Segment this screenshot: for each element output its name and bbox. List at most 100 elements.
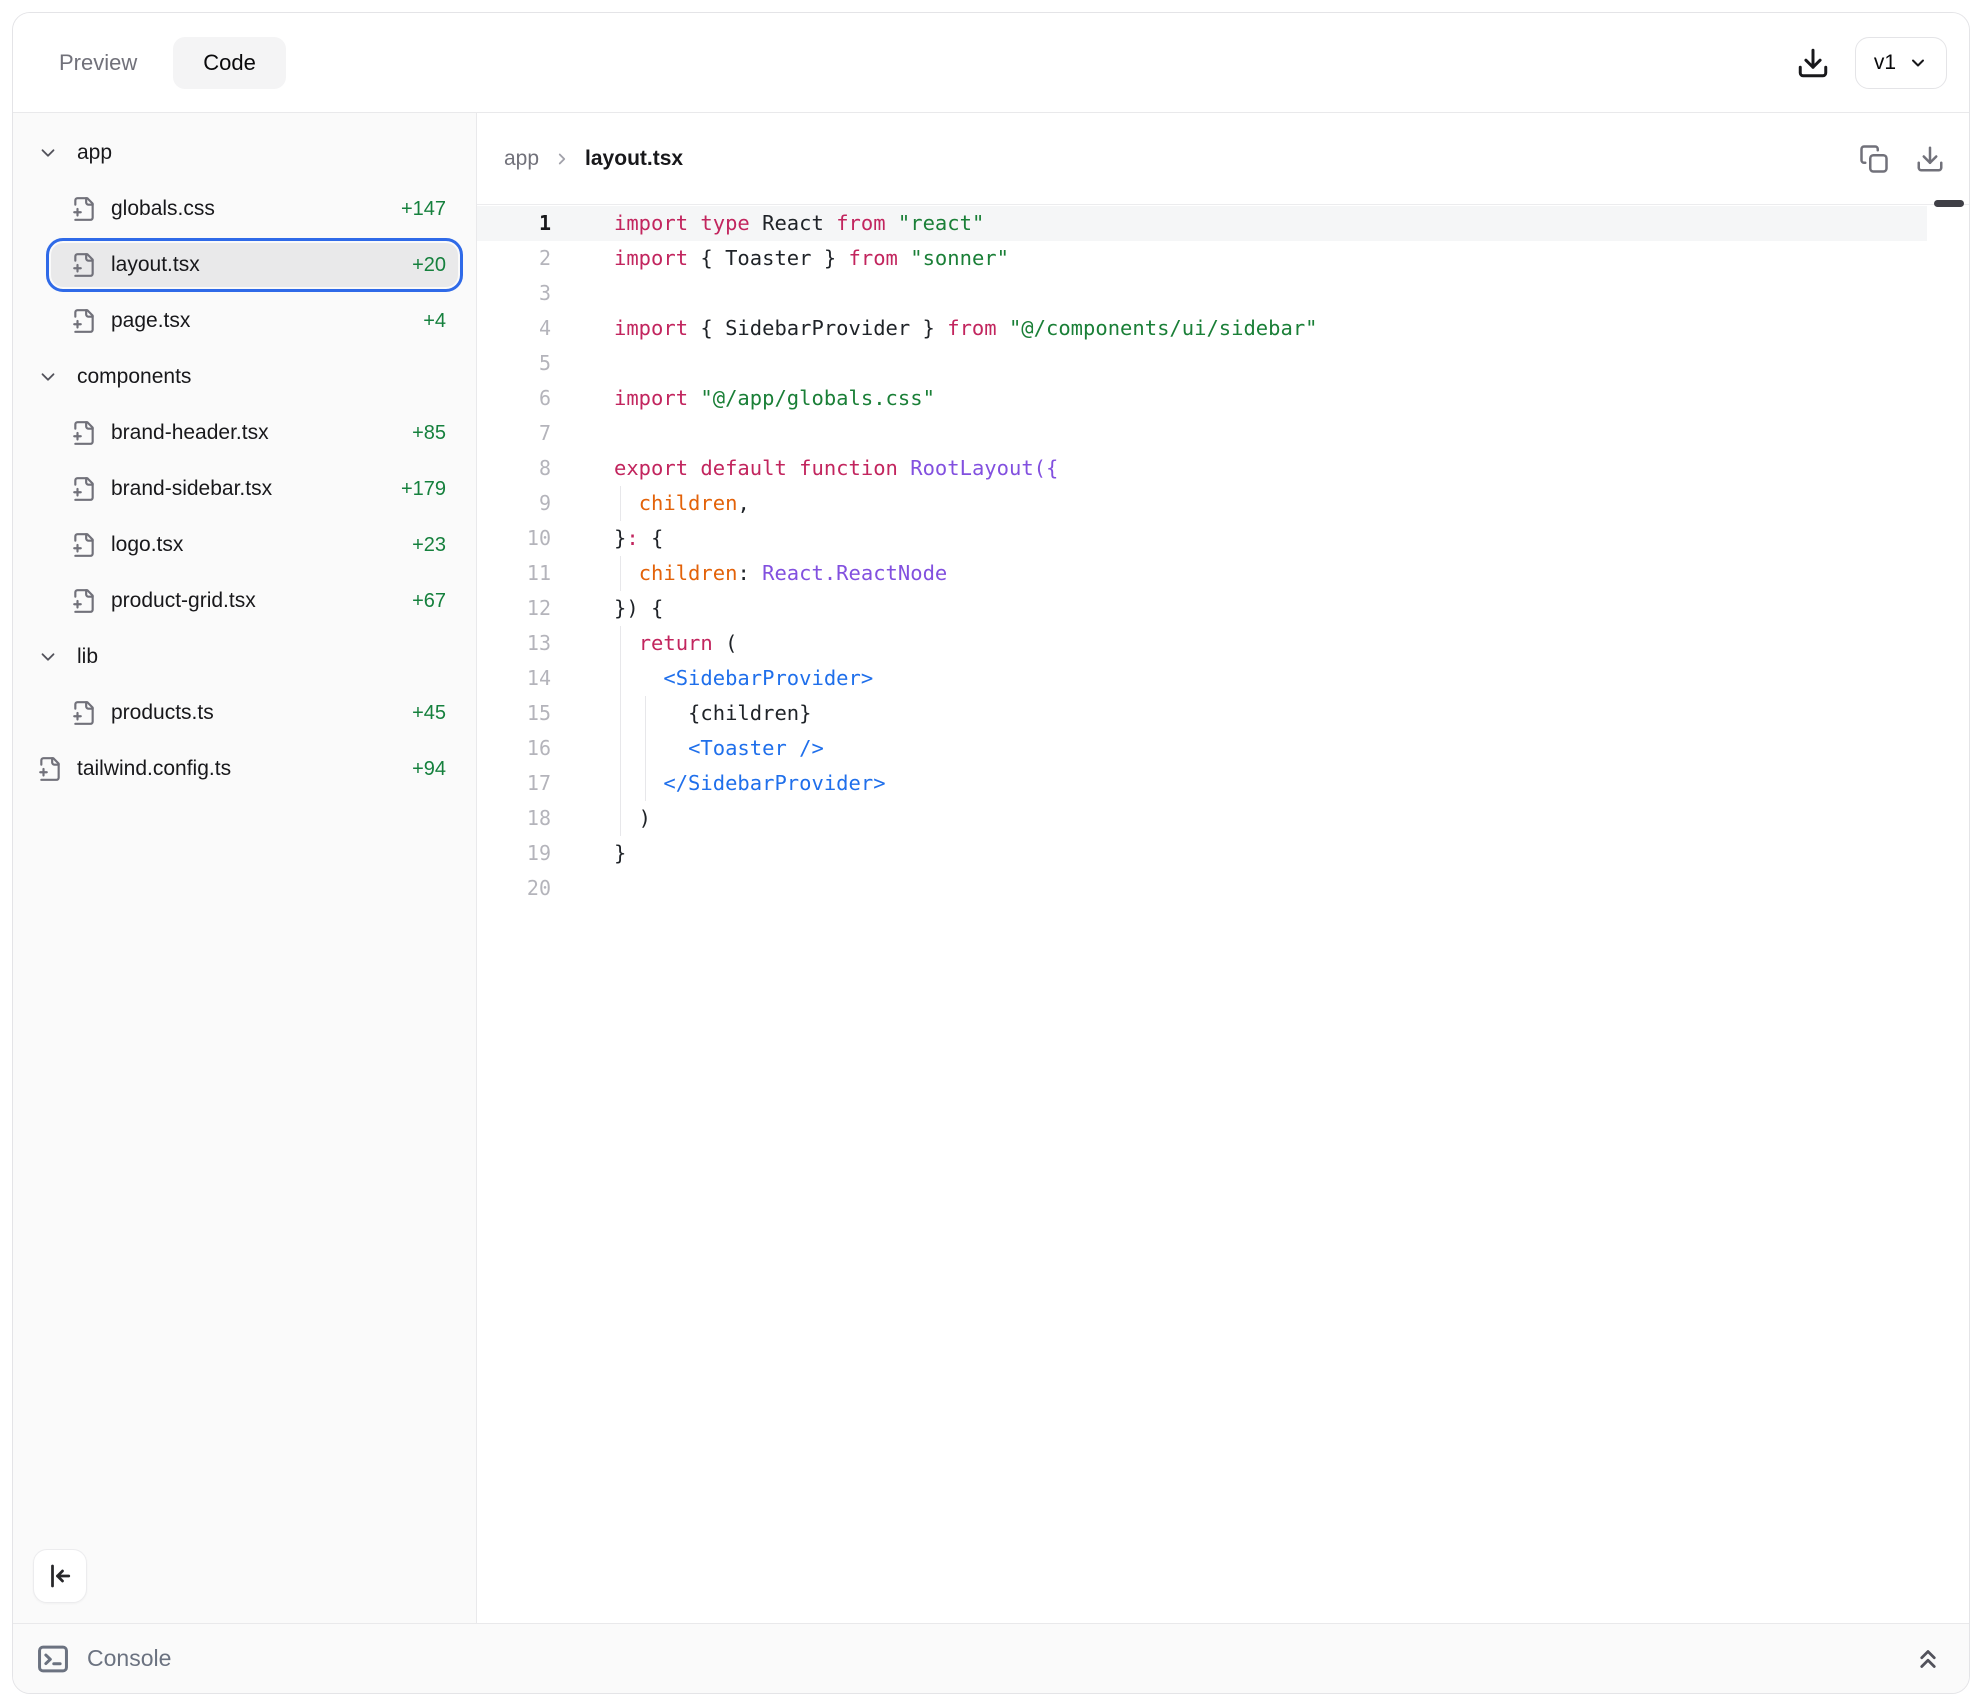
- chevron-down-icon: [37, 646, 59, 668]
- folder-label: lib: [77, 645, 98, 669]
- indent-guide: [620, 486, 621, 521]
- token-tag: <Toaster />: [688, 736, 824, 760]
- token-pl: [688, 456, 700, 480]
- tab-preview[interactable]: Preview: [49, 37, 147, 89]
- tree-file-layout-tsx[interactable]: layout.tsx+20: [46, 238, 463, 292]
- line-number: 6: [477, 381, 551, 416]
- added-lines-badge: +4: [423, 310, 460, 333]
- token-kw: :: [626, 526, 638, 550]
- console-bar[interactable]: Console: [13, 1623, 1969, 1693]
- token-kw: import: [614, 211, 688, 235]
- file-plus-icon: [71, 700, 97, 726]
- file-plus-icon: [71, 476, 97, 502]
- code-line-11: 11 children: React.ReactNode: [477, 556, 1969, 591]
- download-icon[interactable]: [1915, 144, 1945, 174]
- download-icon: [1796, 46, 1830, 80]
- token-kw: function: [799, 456, 898, 480]
- added-lines-badge: +147: [401, 198, 460, 221]
- line-number: 14: [477, 661, 551, 696]
- line-number: 2: [477, 241, 551, 276]
- token-pl: ,: [737, 491, 749, 515]
- code-line-15: 15 {children}: [477, 696, 1969, 731]
- file-plus-icon: [37, 756, 63, 782]
- line-number: 5: [477, 346, 551, 381]
- tree-file-brand-sidebar-tsx[interactable]: brand-sidebar.tsx+179: [49, 465, 460, 513]
- code-viewer-window: Preview Code v1 app globals.css+147 layout…: [12, 12, 1970, 1694]
- file-label: product-grid.tsx: [111, 589, 256, 613]
- tree-file-page-tsx[interactable]: page.tsx+4: [49, 297, 460, 345]
- code-line-17: 17 </SidebarProvider>: [477, 766, 1969, 801]
- code-line-12: 12 }) {: [477, 591, 1969, 626]
- line-content: import "@/app/globals.css": [551, 381, 935, 416]
- copy-icon[interactable]: [1859, 144, 1889, 174]
- code-line-19: 19}: [477, 836, 1969, 871]
- file-label: tailwind.config.ts: [77, 757, 231, 781]
- token-pl: (: [713, 631, 738, 655]
- code-line-6: 6import "@/app/globals.css": [477, 381, 1969, 416]
- added-lines-badge: +45: [412, 702, 460, 725]
- line-number: 3: [477, 276, 551, 311]
- line-content: ): [551, 801, 651, 836]
- tree-file-brand-header-tsx[interactable]: brand-header.tsx+85: [49, 409, 460, 457]
- download-button[interactable]: [1791, 41, 1835, 85]
- added-lines-badge: +94: [412, 758, 460, 781]
- indent-guide: [620, 626, 621, 836]
- token-kw: return: [639, 631, 713, 655]
- terminal-icon: [34, 1640, 72, 1678]
- collapse-sidebar-button[interactable]: [33, 1549, 87, 1603]
- breadcrumb-file: layout.tsx: [585, 147, 683, 171]
- line-content: <SidebarProvider>: [551, 661, 873, 696]
- code-line-5: 5: [477, 346, 1969, 381]
- token-pl: [997, 316, 1009, 340]
- line-content: [551, 416, 614, 451]
- file-plus-icon: [71, 420, 97, 446]
- line-content: }) {: [551, 591, 663, 626]
- token-pl: [787, 456, 799, 480]
- token-pl: }: [614, 841, 626, 865]
- file-label: brand-sidebar.tsx: [111, 477, 272, 501]
- tree-file-products-ts[interactable]: products.ts +45: [49, 689, 460, 737]
- tree-folder-components[interactable]: components: [29, 353, 460, 401]
- line-content: import { Toaster } from "sonner": [551, 241, 1009, 276]
- tree-folder-app[interactable]: app: [29, 129, 460, 177]
- tree-file-logo-tsx[interactable]: logo.tsx+23: [49, 521, 460, 569]
- indent-guide: [620, 556, 621, 591]
- line-content: children,: [551, 486, 750, 521]
- tree-file-product-grid-tsx[interactable]: product-grid.tsx+67: [49, 577, 460, 625]
- token-pl: }) {: [614, 596, 663, 620]
- file-plus-icon: [71, 588, 97, 614]
- version-dropdown[interactable]: v1: [1855, 37, 1947, 89]
- token-pl: [688, 386, 700, 410]
- token-fn: RootLayout({: [910, 456, 1058, 480]
- file-tree: app globals.css+147 layout.tsx+20 page.tsx+…: [29, 129, 460, 793]
- tree-file-globals-css[interactable]: globals.css+147: [49, 185, 460, 233]
- token-pl: [614, 491, 639, 515]
- token-pl: {: [639, 526, 664, 550]
- code-line-16: 16 <Toaster />: [477, 731, 1969, 766]
- file-plus-icon: [71, 196, 97, 222]
- chevron-down-icon: [1908, 53, 1928, 73]
- file-tree-sidebar: app globals.css+147 layout.tsx+20 page.tsx+…: [13, 113, 477, 1623]
- chevrons-up-icon[interactable]: [1913, 1644, 1943, 1674]
- file-plus-icon: [71, 252, 97, 278]
- main-area: appglobals.css+147layout.tsx+20page.tsx+…: [13, 113, 1969, 1623]
- code-editor: 1import type React from "react"2import {…: [477, 205, 1969, 1623]
- scrollbar-thumb[interactable]: [1934, 200, 1964, 207]
- code-line-2: 2import { Toaster } from "sonner": [477, 241, 1969, 276]
- token-pl: [886, 211, 898, 235]
- added-lines-badge: +20: [412, 254, 460, 277]
- token-kw: import: [614, 386, 688, 410]
- token-pl: :: [737, 561, 762, 585]
- tree-file-tailwind-config-ts[interactable]: tailwind.config.ts +94: [29, 745, 460, 793]
- token-var: children: [639, 491, 738, 515]
- line-number: 12: [477, 591, 551, 626]
- line-content: import { SidebarProvider } from "@/compo…: [551, 311, 1318, 346]
- line-number: 4: [477, 311, 551, 346]
- tab-code[interactable]: Code: [173, 37, 286, 89]
- tree-folder-lib[interactable]: lib: [29, 633, 460, 681]
- line-number: 7: [477, 416, 551, 451]
- line-number: 8: [477, 451, 551, 486]
- code-panel: app layout.tsx 1import type React from "…: [477, 113, 1969, 1623]
- file-label: products.ts: [111, 701, 214, 725]
- breadcrumb-dir[interactable]: app: [504, 147, 539, 171]
